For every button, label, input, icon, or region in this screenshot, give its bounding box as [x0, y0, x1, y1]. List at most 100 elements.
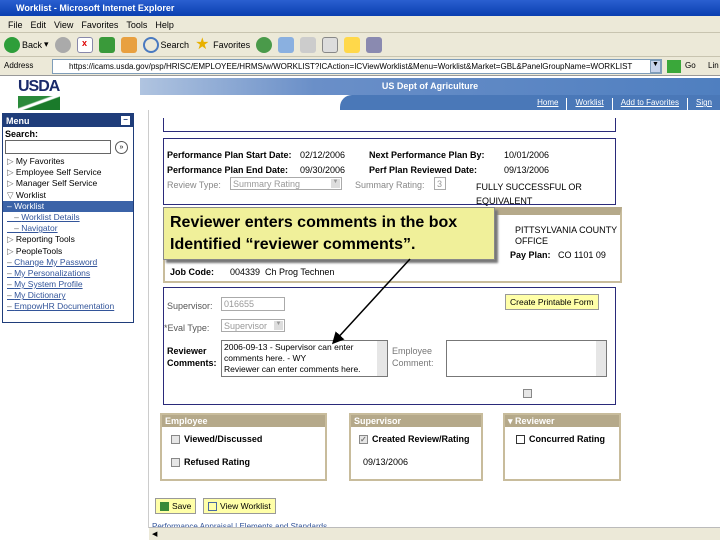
- refused-checkbox[interactable]: [171, 458, 180, 468]
- textarea-scrollbar[interactable]: [596, 341, 606, 376]
- menu-edit[interactable]: Edit: [31, 20, 47, 30]
- menu-tools[interactable]: Tools: [126, 20, 147, 30]
- save-label: Save: [172, 501, 192, 511]
- supervisor-field[interactable]: 016655: [221, 297, 285, 311]
- address-input[interactable]: https://icams.usda.gov/psp/HRISC/EMPLOYE…: [52, 59, 662, 74]
- review-type-label: Review Type:: [167, 180, 221, 190]
- sidebar-item[interactable]: – Navigator: [3, 223, 133, 234]
- sidebar-item[interactable]: ▽ Worklist: [3, 190, 133, 201]
- nav-worklist[interactable]: Worklist: [566, 98, 611, 110]
- menu-file[interactable]: File: [8, 20, 23, 30]
- nav-add-favorites[interactable]: Add to Favorites: [611, 98, 687, 110]
- sidebar-item-label: My Personalizations: [14, 267, 91, 278]
- go-button[interactable]: Go: [685, 61, 696, 70]
- created-label: Created Review/Rating: [372, 434, 470, 444]
- start-date: 02/12/2006: [300, 150, 346, 160]
- pay-plan-label: Pay Plan:: [510, 250, 551, 260]
- bullet-icon: –: [7, 211, 22, 222]
- horizontal-scrollbar[interactable]: ◀: [149, 527, 720, 540]
- menu-search-input[interactable]: [5, 140, 111, 154]
- menu-favorites[interactable]: Favorites: [81, 20, 118, 30]
- sidebar-item[interactable]: ▷ My Favorites: [3, 156, 133, 167]
- favorites-button[interactable]: ★ Favorites: [195, 35, 251, 53]
- eval-type-label: *Eval Type:: [164, 323, 210, 333]
- textarea-scrollbar[interactable]: [377, 341, 387, 376]
- go-arrow-icon[interactable]: [667, 60, 681, 73]
- edit-icon[interactable]: [322, 36, 339, 53]
- search-button[interactable]: Search: [142, 36, 189, 53]
- viewed-checkbox[interactable]: [171, 435, 180, 445]
- browser-menu-bar: File Edit View Favorites Tools Help: [0, 16, 720, 33]
- search-go-icon[interactable]: »: [115, 140, 128, 154]
- address-dropdown-icon[interactable]: ▼: [650, 60, 661, 73]
- save-icon: [160, 501, 169, 511]
- summary-rating-label: Summary Rating:: [355, 180, 425, 190]
- sidebar-item[interactable]: ▷ Manager Self Service: [3, 178, 133, 189]
- job-title: Ch Prog Technen: [265, 267, 335, 277]
- worklist-icon: [208, 501, 217, 511]
- home-icon[interactable]: [120, 36, 137, 53]
- sidebar-item[interactable]: ▷ PeopleTools: [3, 246, 133, 257]
- favorites-label: Favorites: [213, 39, 251, 50]
- nav-sign-out[interactable]: Sign: [686, 98, 720, 110]
- browser-toolbar: Back ▾ x Search ★ Favorites: [0, 33, 720, 57]
- view-worklist-button[interactable]: View Worklist: [203, 498, 276, 514]
- sidebar-item[interactable]: ▷ Employee Self Service: [3, 167, 133, 178]
- employee-comment-textarea[interactable]: [446, 340, 607, 377]
- history-icon[interactable]: [256, 36, 273, 53]
- sidebar-item-label: Worklist Details: [21, 211, 80, 222]
- dropdown-icon: ▼: [331, 179, 340, 188]
- forward-icon[interactable]: [54, 36, 71, 53]
- print-icon[interactable]: [300, 36, 317, 53]
- refused-label: Refused Rating: [184, 457, 251, 468]
- supervisor-panel-title: Supervisor: [351, 415, 481, 427]
- sidebar-item[interactable]: – My Dictionary: [3, 290, 133, 301]
- sidebar-item[interactable]: – My Personalizations: [3, 268, 133, 279]
- messenger-icon[interactable]: [366, 36, 383, 53]
- review-type-value: Summary Rating: [233, 179, 301, 189]
- office-name: PITTSYLVANIA COUNTY OFFICE: [515, 225, 618, 246]
- summary-rating-field[interactable]: 3: [434, 177, 446, 190]
- callout-line-2: Identified “reviewer comments”.: [170, 236, 416, 253]
- refresh-icon[interactable]: [98, 36, 115, 53]
- sidebar-item[interactable]: – Worklist Details: [3, 212, 133, 223]
- eval-type-select[interactable]: Supervisor ▼: [221, 319, 285, 332]
- address-url: https://icams.usda.gov/psp/HRISC/EMPLOYE…: [69, 62, 633, 71]
- reviewer-comments-textarea[interactable]: 2006-09-13 - Supervisor can enter commen…: [221, 340, 388, 377]
- collapse-icon[interactable]: −: [121, 116, 130, 125]
- search-icon: [142, 36, 159, 53]
- supervisor-panel: Supervisor ✓ Created Review/Rating 09/13/…: [349, 413, 483, 481]
- usda-logo[interactable]: USDA: [18, 78, 60, 112]
- sidebar-item[interactable]: – Change My Password: [3, 257, 133, 268]
- window-title: Worklist - Microsoft Internet Explorer: [16, 3, 175, 13]
- links-label[interactable]: Lin: [708, 61, 719, 70]
- review-type-select[interactable]: Summary Rating ▼: [230, 177, 342, 190]
- concurred-checkbox[interactable]: [516, 435, 525, 445]
- scroll-left-icon[interactable]: ◀: [152, 530, 157, 538]
- mail-icon[interactable]: [278, 36, 295, 53]
- sidebar-item[interactable]: ▷ Reporting Tools: [3, 234, 133, 245]
- sidebar-item-label: EmpowHR Documentation: [14, 301, 115, 312]
- callout-line-1: Reviewer enters comments in the box: [170, 214, 458, 231]
- nav-home[interactable]: Home: [529, 98, 566, 110]
- create-printable-form-button[interactable]: Create Printable Form: [505, 294, 599, 310]
- star-icon: ★: [195, 35, 210, 53]
- back-button[interactable]: Back ▾: [4, 36, 49, 53]
- next-plan-label: Next Performance Plan By:: [369, 150, 485, 160]
- sidebar-item-label: Navigator: [21, 223, 58, 234]
- discuss-icon[interactable]: [344, 36, 361, 53]
- reviewer-panel-header[interactable]: ▾ Reviewer: [505, 415, 619, 427]
- expand-icon: ▷: [7, 178, 16, 189]
- expand-icon: ▷: [7, 167, 16, 178]
- stop-icon[interactable]: x: [76, 36, 93, 53]
- save-button[interactable]: Save: [155, 498, 197, 514]
- menu-view[interactable]: View: [54, 20, 73, 30]
- menu-help[interactable]: Help: [155, 20, 174, 30]
- sidebar-item[interactable]: – EmpowHR Documentation: [3, 301, 133, 312]
- sidebar-item[interactable]: – Worklist: [3, 200, 133, 212]
- top-nav: Home Worklist Add to Favorites Sign: [340, 95, 720, 110]
- sidebar-item[interactable]: – My System Profile: [3, 279, 133, 290]
- menu-items: ▷ My Favorites ▷ Employee Self Service ▷ M…: [3, 156, 133, 313]
- spell-check-checkbox[interactable]: [523, 389, 532, 398]
- created-checkbox[interactable]: ✓: [359, 435, 368, 445]
